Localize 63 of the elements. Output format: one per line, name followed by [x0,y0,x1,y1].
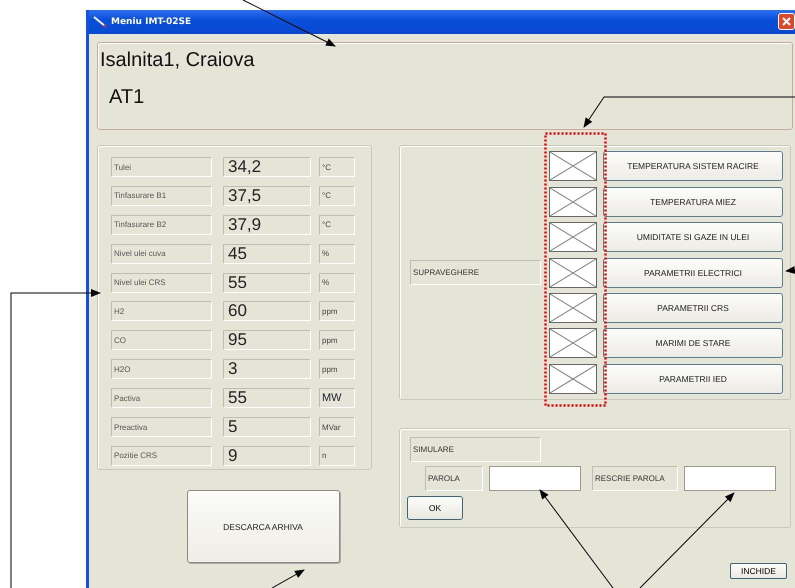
measurement-unit: °C [319,186,355,206]
measurement-value: 37,9 [223,214,311,235]
measurement-unit: ppm [319,330,355,350]
measurement-value: 55 [223,272,311,293]
measurement-label: Tinfasurare B1 [111,186,212,206]
measurement-value: 34,2 [223,157,311,177]
download-archive-button[interactable]: DESCARCA ARHIVA [186,490,340,563]
measurement-unit: ppm [319,301,355,322]
monitoring-button[interactable]: TEMPERATURA SISTEM RACIRE [603,151,783,182]
close-icon[interactable] [778,13,795,30]
measurement-value: 55 [223,388,311,408]
image-placeholder-icon [549,258,597,288]
measurement-unit: % [319,272,355,293]
measurement-label: Pactiva [111,388,212,408]
measurement-value: 45 [223,244,311,264]
monitoring-button[interactable]: PARAMETRII IED [603,364,783,394]
image-placeholder-icon [549,222,597,252]
measurement-label: Nivel ulei CRS [111,272,212,293]
measurement-unit: MW [319,388,355,408]
measurement-label: CO [111,330,212,350]
close-button[interactable]: INCHIDE [730,563,787,579]
image-placeholder-icon [549,328,597,358]
measurement-value: 37,5 [223,186,311,206]
measurement-unit: n [319,446,355,466]
password-field[interactable] [489,466,581,491]
monitoring-button[interactable]: PARAMETRII CRS [603,292,783,323]
monitoring-label: SUPRAVEGHERE [410,260,541,285]
measurement-label: H2O [111,359,212,380]
measurement-unit: % [319,244,355,264]
measurement-label: Tinfasurare B2 [111,214,212,235]
monitoring-button[interactable]: MARIMI DE STARE [603,328,783,358]
retype-password-label: RESCRIE PAROLA [592,466,678,491]
ok-button[interactable]: OK [407,496,463,520]
measurement-value: 5 [223,417,311,438]
measurement-label: Tulei [111,157,212,177]
measurement-unit: ppm [319,359,355,380]
annotation-arrow [785,266,795,274]
measurement-label: H2 [111,301,212,322]
retype-password-field[interactable] [684,466,776,491]
measurement-label: Pozitie CRS [111,446,212,466]
image-placeholder-icon [549,151,597,182]
image-placeholder-icon [549,186,597,217]
measurement-unit: MVar [319,417,355,438]
monitoring-button[interactable]: PARAMETRII ELECTRICI [603,258,783,288]
unit-name: AT1 [109,86,146,109]
measurement-value: 95 [223,330,311,350]
measurement-label: Nivel ulei cuva [111,244,212,264]
annotation-arrow [272,570,305,588]
image-placeholder-icon [549,364,597,394]
station-name: Isalnita1, Craiova [100,49,256,72]
app-icon [93,16,107,28]
measurement-label: Preactiva [111,417,212,438]
simulation-label: SIMULARE [410,437,541,462]
password-label: PAROLA [425,466,483,491]
measurement-unit: °C [319,157,355,177]
measurement-value: 9 [223,446,311,466]
window-title: Meniu IMT-02SE [111,17,192,27]
measurement-value: 3 [223,359,311,380]
monitoring-button[interactable]: TEMPERATURA MIEZ [603,186,783,217]
image-placeholder-icon [549,292,597,323]
measurement-value: 60 [223,301,311,322]
monitoring-button[interactable]: UMIDITATE SI GAZE IN ULEI [603,222,783,252]
measurement-unit: °C [319,214,355,235]
